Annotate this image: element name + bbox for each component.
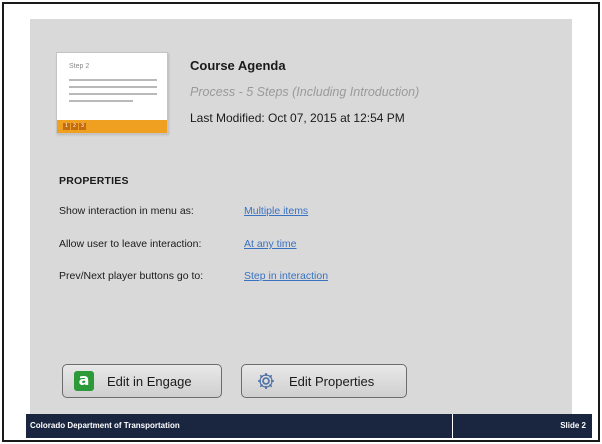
edit-properties-button[interactable]: Edit Properties	[241, 364, 407, 398]
property-label-menu: Show interaction in menu as:	[59, 205, 194, 217]
property-label-leave: Allow user to leave interaction:	[59, 238, 202, 250]
properties-heading: PROPERTIES	[59, 175, 129, 187]
thumbnail-step-number: 3	[79, 123, 86, 130]
footer-slide-number: Slide 2	[560, 421, 586, 430]
interaction-thumbnail: Step 2 1 2 3	[56, 52, 168, 134]
thumbnail-line	[69, 86, 157, 88]
thumbnail-step-number: 1	[63, 123, 70, 130]
footer-divider	[452, 414, 453, 438]
thumbnail-line	[69, 100, 133, 102]
engage-app-icon: a	[74, 371, 94, 391]
last-modified: Last Modified: Oct 07, 2015 at 12:54 PM	[190, 111, 405, 125]
interaction-title: Course Agenda	[190, 58, 286, 73]
thumbnail-line	[69, 79, 157, 81]
edit-in-engage-label: Edit in Engage	[107, 373, 192, 389]
property-link-navigation[interactable]: Step in interaction	[244, 270, 328, 282]
slide-footer: Colorado Department of Transportation Sl…	[26, 414, 592, 438]
thumbnail-step-number: 2	[71, 123, 78, 130]
thumbnail-line	[69, 93, 157, 95]
property-link-menu[interactable]: Multiple items	[244, 205, 308, 217]
thumbnail-step-label: Step 2	[69, 63, 90, 70]
gear-icon	[258, 373, 274, 389]
property-label-navigation: Prev/Next player buttons go to:	[59, 270, 204, 282]
property-link-leave[interactable]: At any time	[244, 238, 297, 250]
thumbnail-step-bar: 1 2 3	[57, 120, 167, 133]
interaction-subtitle: Process - 5 Steps (Including Introductio…	[190, 85, 420, 99]
edit-properties-label: Edit Properties	[289, 373, 375, 389]
footer-organization: Colorado Department of Transportation	[30, 421, 180, 430]
edit-in-engage-button[interactable]: a Edit in Engage	[62, 364, 222, 398]
